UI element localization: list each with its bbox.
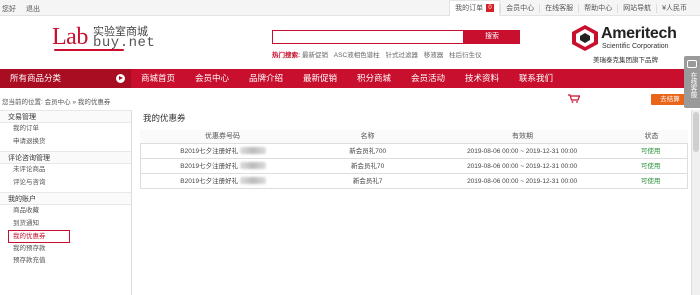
site-nav-link[interactable]: 网站导航 <box>617 3 656 13</box>
sidebar-item-unreviewed[interactable]: 未评论商品 <box>0 164 131 177</box>
help-center-link[interactable]: 帮助中心 <box>578 3 617 13</box>
chat-icon <box>687 60 697 68</box>
table-row: B2019七夕注册好礼 新会员礼700 2019-08-06 00:00 ~ 2… <box>140 144 688 159</box>
online-service-link[interactable]: 在线客服 <box>539 3 578 13</box>
hot-keyword[interactable]: 最新促销 <box>302 52 328 59</box>
col-code: 优惠券号码 <box>205 133 240 140</box>
table-header: 优惠券号码 名称 有效期 状态 <box>140 130 688 144</box>
top-links: 我的订单 0 会员中心 在线客服 帮助中心 网站导航 ¥人民币 <box>449 0 692 16</box>
online-service-float[interactable]: 在线客服 <box>684 56 700 108</box>
col-name: 名称 <box>360 133 375 140</box>
hot-keyword[interactable]: 针式过滤器 <box>385 52 418 59</box>
page-title: 我的优惠券 <box>143 113 186 123</box>
scrollbar-thumb[interactable] <box>693 112 699 152</box>
cart-icon[interactable] <box>568 94 580 103</box>
coupon-name: 新会员礼7 <box>352 178 383 185</box>
coupon-name: 新会员礼700 <box>349 148 387 155</box>
my-orders-link[interactable]: 我的订单 0 <box>449 0 501 16</box>
site-logo[interactable]: Lab 实验室商城 buy.net <box>52 22 162 58</box>
order-count-badge: 0 <box>486 4 495 12</box>
ameritech-mark-icon <box>572 25 598 51</box>
col-status: 状态 <box>644 133 659 140</box>
nav-item-points-mall[interactable]: 积分商城 <box>347 69 401 88</box>
coupon-status: 可使用 <box>640 178 661 185</box>
col-period: 有效期 <box>512 133 533 140</box>
brand-tag: 美瑞泰克集团旗下品牌 <box>593 57 658 64</box>
all-categories-button[interactable]: 所有商品分类 <box>0 69 131 88</box>
redacted-mark <box>240 177 267 184</box>
all-categories-label: 所有商品分类 <box>10 73 62 83</box>
logout-link[interactable]: 退出 <box>26 6 40 13</box>
brand-sub: Scientific Corporation <box>602 43 669 50</box>
top-bar: 您好 退出 我的订单 0 会员中心 在线客服 帮助中心 网站导航 ¥人民币 <box>0 0 700 16</box>
coupon-name: 新会员礼70 <box>351 163 385 170</box>
nav-item-member[interactable]: 会员中心 <box>185 69 239 88</box>
coupon-period: 2019-08-06 00:00 ~ 2019-12-31 00:00 <box>467 148 578 155</box>
sidebar-item-returns[interactable]: 申请退换货 <box>0 136 131 149</box>
nav-item-tech-docs[interactable]: 技术资料 <box>455 69 509 88</box>
hot-keyword[interactable]: 柱后衍生仪 <box>449 52 482 59</box>
currency-link[interactable]: ¥人民币 <box>656 3 692 13</box>
coupon-period: 2019-08-06 00:00 ~ 2019-12-31 00:00 <box>467 178 578 185</box>
nav-item-home[interactable]: 商城首页 <box>131 69 185 88</box>
nav-item-promotions[interactable]: 最新促销 <box>293 69 347 88</box>
coupon-status: 可使用 <box>640 148 661 155</box>
header: Lab 实验室商城 buy.net 搜索 热门搜索: 最新促销 ASC液相色谱柱… <box>0 16 700 66</box>
search-bar: 搜索 <box>272 30 520 44</box>
hot-search-label: 热门搜索: <box>272 52 301 59</box>
sidebar-item-reviews[interactable]: 评论与咨询 <box>0 177 131 190</box>
hot-keyword[interactable]: ASC液相色谱柱 <box>334 52 380 59</box>
sidebar-item-recharge[interactable]: 预存款充值 <box>0 255 131 268</box>
search-button[interactable]: 搜索 <box>464 30 520 44</box>
sidebar-group-title: 交易管理 <box>0 110 131 123</box>
chevron-right-icon <box>116 74 125 83</box>
coupon-table: 优惠券号码 名称 有效期 状态 B2019七夕注册好礼 新会员礼700 2019… <box>140 130 688 189</box>
page-scrollbar[interactable] <box>691 110 700 295</box>
nav-item-activities[interactable]: 会员活动 <box>401 69 455 88</box>
sidebar-item-arrival-notice[interactable]: 到货通知 <box>0 218 131 231</box>
coupon-panel: 我的优惠券 优惠券号码 名称 有效期 状态 B2019七夕注册好礼 新会员礼70… <box>140 110 688 189</box>
ameritech-logo[interactable]: Ameritech Scientific Corporation 美瑞泰克集团旗… <box>571 22 686 64</box>
nav-item-brands[interactable]: 品牌介绍 <box>239 69 293 88</box>
coupon-code: B2019七夕注册好礼 <box>141 144 305 158</box>
search-input[interactable] <box>272 30 464 44</box>
hot-search: 热门搜索: 最新促销 ASC液相色谱柱 针式过滤器 移液器 柱后衍生仪 <box>272 49 486 59</box>
sidebar-item-favorites[interactable]: 商品收藏 <box>0 205 131 218</box>
table-row: B2019七夕注册好礼 新会员礼7 2019-08-06 00:00 ~ 201… <box>140 174 688 189</box>
breadcrumb: 您当前的位置: 会员中心 » 我的优惠券 <box>2 99 111 106</box>
logo-underline <box>54 49 124 51</box>
hot-keyword[interactable]: 移液器 <box>424 52 444 59</box>
main-nav: 所有商品分类 商城首页 会员中心 品牌介绍 最新促销 积分商城 会员活动 技术资… <box>0 69 700 88</box>
sidebar-group-title: 我的账户 <box>0 192 131 205</box>
user-greeting: 您好 退出 <box>2 4 48 14</box>
nav-item-contact[interactable]: 联系我们 <box>509 69 563 88</box>
redacted-mark <box>240 147 267 154</box>
redacted-mark <box>240 162 267 169</box>
table-row: B2019七夕注册好礼 新会员礼70 2019-08-06 00:00 ~ 20… <box>140 159 688 174</box>
sidebar-item-deposit[interactable]: 我的预存款 <box>0 243 131 256</box>
sidebar-item-coupons[interactable]: 我的优惠券 <box>8 230 70 243</box>
sidebar-item-orders[interactable]: 我的订单 <box>0 123 131 136</box>
logo-lab: Lab <box>52 24 88 50</box>
member-center-link[interactable]: 会员中心 <box>500 3 539 13</box>
coupon-code: B2019七夕注册好礼 <box>141 174 305 188</box>
nav-items: 商城首页 会员中心 品牌介绍 最新促销 积分商城 会员活动 技术资料 联系我们 <box>131 69 563 88</box>
greeting-text: 您好 <box>2 6 16 13</box>
online-service-label: 在线客服 <box>689 72 696 98</box>
coupon-period: 2019-08-06 00:00 ~ 2019-12-31 00:00 <box>467 163 578 170</box>
sidebar-group-title: 评论咨询管理 <box>0 151 131 164</box>
coupon-status: 可使用 <box>640 163 661 170</box>
coupon-code: B2019七夕注册好礼 <box>141 159 305 173</box>
member-sidebar: 交易管理 我的订单 申请退换货 评论咨询管理 未评论商品 评论与咨询 我的账户 … <box>0 110 132 295</box>
brand-name: Ameritech <box>601 25 677 42</box>
